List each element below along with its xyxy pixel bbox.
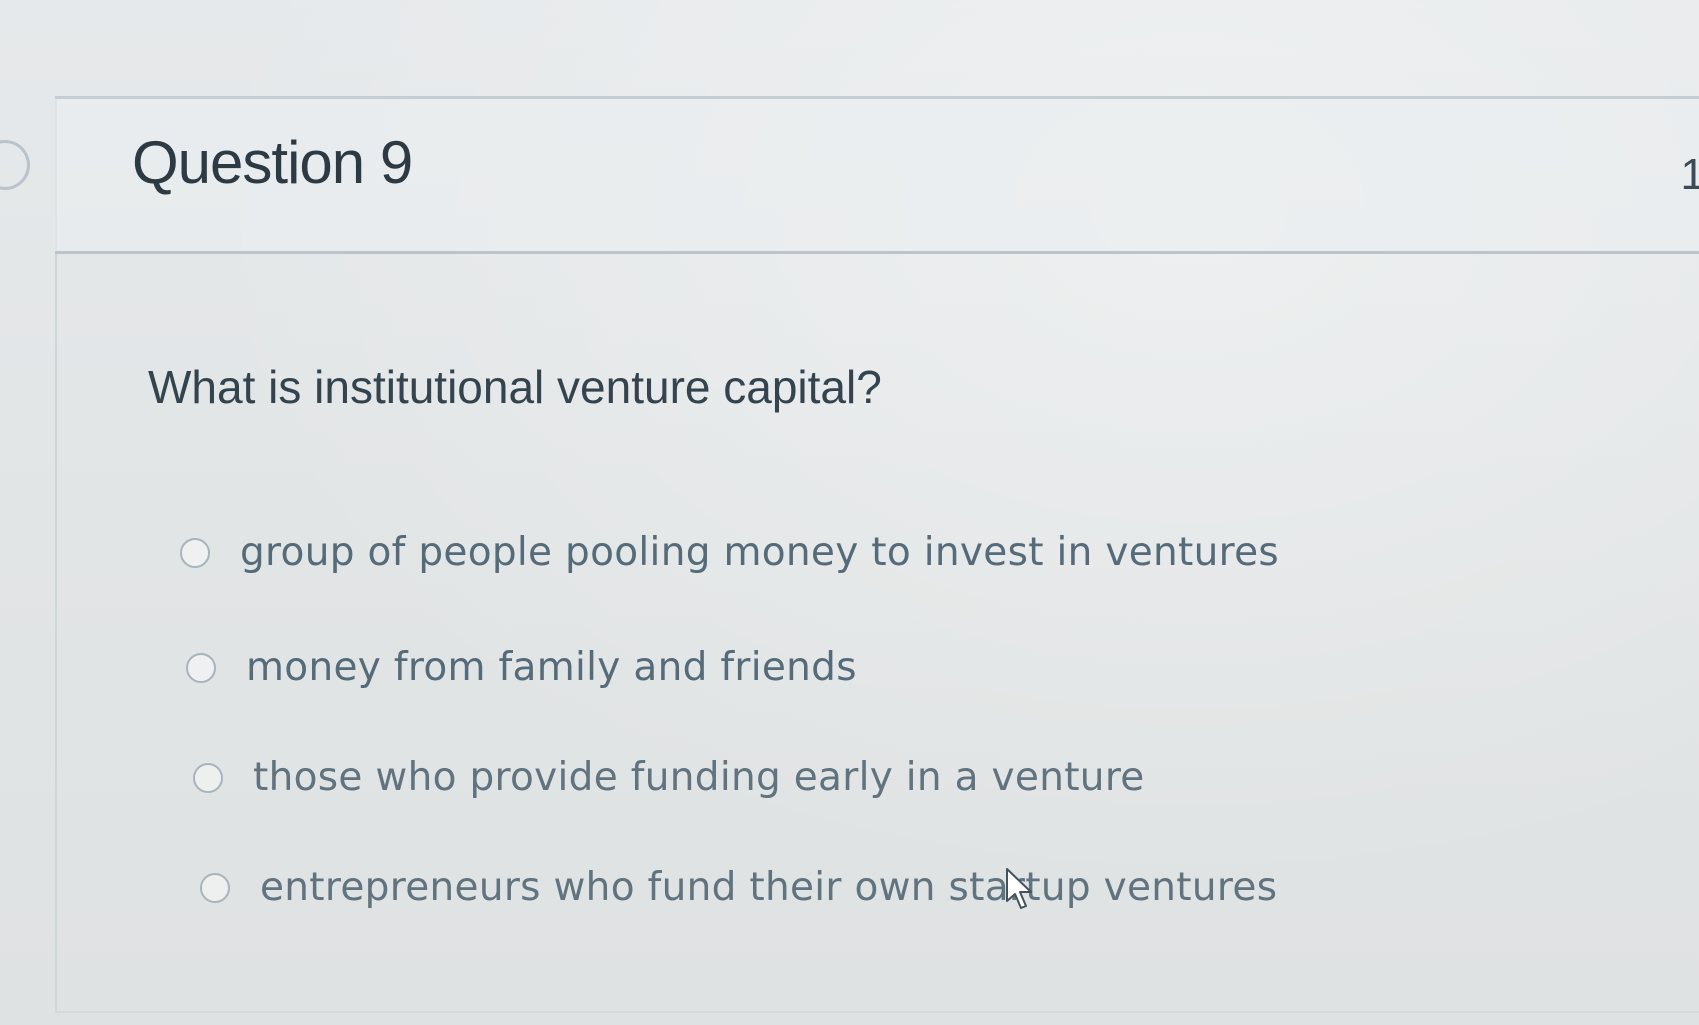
answer-option-label: entrepreneurs who fund their own startup… — [260, 865, 1278, 910]
question-title: Question 9 — [132, 129, 413, 196]
radio-button[interactable] — [200, 872, 230, 903]
radio-button[interactable] — [186, 652, 216, 683]
mouse-pointer-icon — [1006, 868, 1032, 909]
answer-option[interactable]: entrepreneurs who fund their own startup… — [200, 865, 1277, 910]
radio-button[interactable] — [180, 537, 210, 568]
question-points: 1 — [1680, 150, 1699, 199]
answer-option[interactable]: money from family and friends — [186, 645, 857, 690]
answer-option-label: those who provide funding early in a ven… — [253, 755, 1145, 800]
radio-button[interactable] — [193, 762, 223, 793]
answer-option-label: group of people pooling money to invest … — [240, 530, 1280, 575]
quiz-screen: Question 9 1 What is institutional ventu… — [0, 0, 1699, 1025]
previous-question-icon[interactable] — [0, 140, 30, 190]
answer-option[interactable]: those who provide funding early in a ven… — [193, 755, 1145, 800]
answer-option[interactable]: group of people pooling money to invest … — [180, 530, 1279, 575]
answer-option-label: money from family and friends — [246, 645, 857, 690]
question-prompt: What is institutional venture capital? — [148, 361, 882, 413]
